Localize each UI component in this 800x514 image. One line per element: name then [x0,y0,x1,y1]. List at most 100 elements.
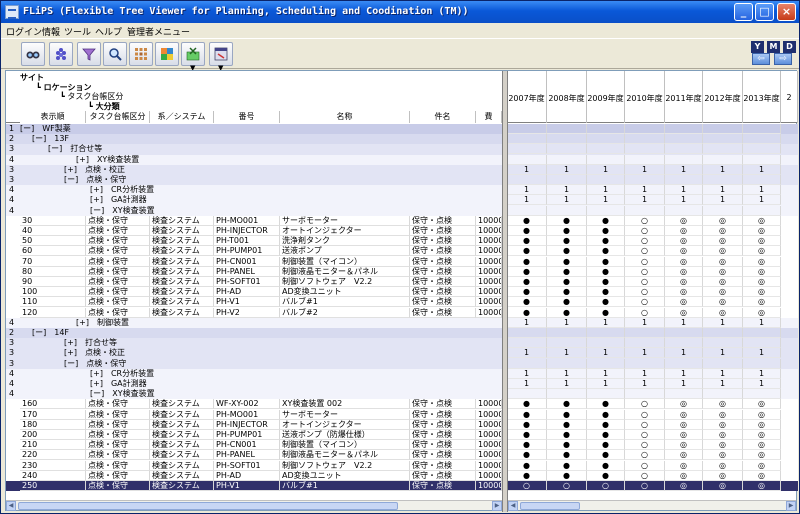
year-cell[interactable] [665,175,703,185]
year-cell[interactable]: ● [547,440,587,451]
year-cell[interactable]: 1 [743,368,781,379]
year-cell[interactable]: ● [587,460,625,471]
year-cell[interactable]: ● [547,399,587,410]
year-cell[interactable]: ○ [625,481,665,491]
year-cell[interactable]: ● [507,215,547,226]
year-cell[interactable]: 1 [703,185,743,196]
year-cell[interactable] [507,389,547,400]
tree-group-row[interactable]: 4 [ー] XY検査装置 [6,389,798,400]
year-cell[interactable] [665,338,703,349]
year-cell[interactable]: ○ [625,215,665,226]
tree-group-row[interactable]: 4 [+] GA計測器 1 1 1 1 1 1 1 [6,195,798,206]
year-cell[interactable] [625,358,665,369]
year-cell[interactable]: 1 [507,348,547,359]
table-row[interactable]: 100 点検・保守 検査システム PH-AD AD変換ユニット 保守・点検 10000 ● ● ●… [6,287,798,298]
tree-group-row[interactable]: 4 [+] XY検査装置 [6,154,798,165]
tree-node-label[interactable]: [+] GA計測器 [90,195,147,205]
year-cell[interactable]: ● [507,246,547,257]
scroll-left-icon[interactable]: ◀ [508,501,518,511]
year-cell[interactable]: ○ [625,297,665,308]
year-cell[interactable]: ● [507,399,547,410]
tree-node-label[interactable]: [ー] 13F [32,134,69,144]
tree-node-label[interactable]: [ー] 点検・保守 [64,359,126,369]
year-cell[interactable]: ○ [625,277,665,287]
year-cell[interactable] [703,338,743,349]
year-cell[interactable]: 1 [587,195,625,206]
year-cell[interactable] [507,144,547,155]
year-cell[interactable] [665,328,703,338]
year-cell[interactable]: ◎ [743,246,781,257]
tree-group-row[interactable]: 2 [ー] 13F [6,134,798,145]
menu-help[interactable]: ヘルプ [95,25,122,38]
col-cost[interactable]: 費 [476,111,502,123]
year-cell[interactable]: ◎ [743,450,781,461]
table-row[interactable]: 250 点検・保守 検査システム PH-V1 バルブ#1 保守・点検 10000 ○ ○ ○ ○ ◎ ◎… [6,481,798,492]
tree-node-label[interactable]: [+] 打合せ等 [64,338,117,348]
year-cell[interactable] [625,154,665,165]
year-cell[interactable]: 1 [665,164,703,175]
year-cell[interactable]: ○ [507,481,547,491]
tree-group-row[interactable]: 3 [ー] 打合せ等 [6,144,798,155]
year-cell[interactable] [665,134,703,145]
year-col-2008[interactable]: 2008年度 [547,71,587,123]
year-cell[interactable]: ● [587,450,625,461]
year-cell[interactable] [665,358,703,369]
year-cell[interactable]: 1 [665,379,703,389]
tree-node-label[interactable]: [ー] 打合せ等 [48,144,102,154]
year-view-button[interactable]: Y [751,41,764,53]
year-cell[interactable]: 1 [625,368,665,379]
year-cell[interactable]: ◎ [703,460,743,471]
year-cell[interactable]: ○ [625,246,665,257]
table-row[interactable]: 50 点検・保守 検査システム PH-T001 洗浄剤タンク 保守・点検 10000 ● ● ● ○… [6,236,798,247]
year-cell[interactable] [743,134,781,145]
year-cell[interactable]: 1 [547,368,587,379]
month-view-button[interactable]: M [767,41,780,53]
year-cell[interactable] [507,358,547,369]
tree-node-label[interactable]: [+] CR分析装置 [90,185,154,195]
col-subject[interactable]: 件名 [410,111,476,123]
year-cell[interactable]: ● [547,460,587,471]
year-cell[interactable]: ◎ [743,470,781,481]
year-cell[interactable]: ◎ [665,236,703,247]
year-cell[interactable]: 1 [665,317,703,328]
filter-button[interactable] [77,42,101,66]
year-cell[interactable]: ◎ [665,215,703,226]
table-row[interactable]: 230 点検・保守 検査システム PH-SOFT01 制御ソフトウェア V2.2 保守・点… [6,460,798,471]
year-cell[interactable]: ● [507,226,547,236]
year-cell[interactable]: 1 [625,348,665,359]
year-cell[interactable] [665,389,703,400]
year-cell[interactable]: 1 [665,195,703,206]
year-cell[interactable]: ○ [625,430,665,440]
year-cell[interactable]: 1 [587,185,625,196]
close-button[interactable]: × [777,3,796,21]
year-cell[interactable] [665,154,703,165]
year-cell[interactable] [547,134,587,145]
year-cell[interactable]: 1 [587,379,625,389]
year-cell[interactable]: ◎ [665,409,703,420]
search-button[interactable] [103,42,127,66]
year-cell[interactable]: 1 [743,164,781,175]
tree-node-label[interactable]: [ー] WF製薬 [20,124,71,134]
year-cell[interactable] [625,328,665,338]
year-cell[interactable] [703,124,743,134]
year-cell[interactable] [743,124,781,134]
year-cell[interactable] [587,124,625,134]
year-cell[interactable]: ● [547,226,587,236]
year-cell[interactable]: 1 [625,379,665,389]
year-cell[interactable]: ● [507,470,547,481]
year-cell[interactable]: ● [547,215,587,226]
table-row[interactable]: 220 点検・保守 検査システム PH-PANEL 制御液晶モニター＆パネル 保守・点検 1… [6,450,798,461]
year-cell[interactable]: ● [587,226,625,236]
year-cell[interactable] [625,338,665,349]
year-cell[interactable] [547,328,587,338]
year-cell[interactable] [743,389,781,400]
year-cell[interactable]: ○ [547,481,587,491]
year-cell[interactable]: ○ [625,419,665,430]
year-cell[interactable]: ◎ [665,297,703,308]
year-cell[interactable]: ● [587,430,625,440]
table-row[interactable]: 70 点検・保守 検査システム PH-CN001 制御装置（マイコン） 保守・点検 1000… [6,256,798,267]
tree-group-row[interactable]: 3 [ー] 点検・保守 [6,358,798,369]
year-cell[interactable]: ● [507,266,547,277]
col-display-order[interactable]: 表示順 [20,111,86,123]
year-cell[interactable]: ◎ [665,307,703,318]
